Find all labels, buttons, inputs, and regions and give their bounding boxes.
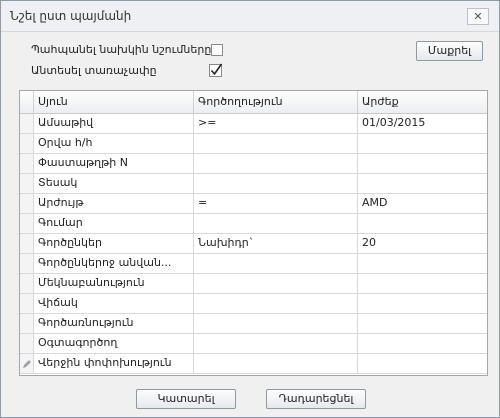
grid-cell-value[interactable] [358,294,487,314]
grid-cell-operation[interactable] [194,314,358,334]
grid-cell-value[interactable] [358,314,487,334]
grid-cell-column[interactable]: Օգտագործող [34,334,194,354]
grid-cell-operation[interactable]: >= [194,114,358,134]
new-row-indicator[interactable] [20,354,34,374]
keep-previous-checkbox[interactable] [211,44,223,56]
row-indicator[interactable] [20,174,34,194]
cancel-button[interactable]: Դադարեցնել [266,389,366,409]
grid-cell-column[interactable]: Վիճակ [34,294,194,314]
grid-cell-column[interactable]: Գումար [34,214,194,234]
grid-cell-column[interactable]: Տեսակ [34,174,194,194]
keep-previous-label: Պահպանել նախկին նշումները [31,43,212,56]
row-indicator[interactable] [20,154,34,174]
header-operation[interactable]: Գործողություն [194,91,358,113]
grid-header: Սյուն Գործողություն Արժեք [20,91,487,114]
execute-button[interactable]: Կատարել [136,389,236,409]
ignore-case-checkbox[interactable] [209,63,223,77]
filter-dialog: Նշել ըստ պայմանի ✕ Պահպանել նախկին նշում… [0,0,500,418]
row-indicator[interactable] [20,114,34,134]
header-value[interactable]: Արժեք [358,91,487,113]
grid-cell-column[interactable]: Գործընկեր [34,234,194,254]
grid-cell-value[interactable]: 20 [358,234,487,254]
grid-cell-operation[interactable] [194,174,358,194]
grid-cell-operation[interactable] [194,214,358,234]
row-indicator[interactable] [20,274,34,294]
grid-cell-column[interactable]: Ամսաթիվ [34,114,194,134]
grid-cell-value[interactable] [358,214,487,234]
grid-cell-value[interactable]: AMD [358,194,487,214]
grid-cell-value[interactable] [358,134,487,154]
pencil-icon [23,360,31,368]
grid-cell-value[interactable] [358,174,487,194]
row-indicator[interactable] [20,314,34,334]
conditions-grid: Սյուն Գործողություն Արժեք Ամսաթիվ >= 01/03… [19,90,488,376]
grid-cell-column[interactable]: Վերջին փոփոխություն [34,354,194,374]
grid-cell-column[interactable]: Փաստաթղթի N [34,154,194,174]
grid-cell-operation[interactable]: Նախիդր` [194,234,358,254]
row-indicator[interactable] [20,254,34,274]
grid-cell-operation[interactable] [194,354,358,374]
close-icon: ✕ [473,10,483,23]
grid-cell-operation[interactable] [194,334,358,354]
title-bar: Նշել ըստ պայմանի ✕ [1,1,499,32]
row-indicator[interactable] [20,334,34,354]
dialog-title: Նշել ըստ պայմանի [10,9,132,23]
header-column[interactable]: Սյուն [34,91,194,113]
grid-cell-operation[interactable] [194,154,358,174]
grid-cell-value[interactable] [358,254,487,274]
row-indicator[interactable] [20,294,34,314]
grid-cell-column[interactable]: Օրվա հ/հ [34,134,194,154]
grid-cell-column[interactable]: Մեկնաբանություն [34,274,194,294]
grid-cell-value[interactable]: 01/03/2015 [358,114,487,134]
ignore-case-label: Անտեսել տառաչափը [31,64,157,77]
close-button[interactable]: ✕ [467,8,489,25]
row-indicator[interactable] [20,234,34,254]
row-indicator[interactable] [20,134,34,154]
header-indicator [20,91,34,113]
grid-cell-operation[interactable]: = [194,194,358,214]
grid-cell-operation[interactable] [194,294,358,314]
row-indicator[interactable] [20,214,34,234]
grid-cell-value[interactable] [358,354,487,374]
clear-button[interactable]: Մաքրել [416,41,483,61]
grid-cell-operation[interactable] [194,274,358,294]
grid-cell-column[interactable]: Արժույթ [34,194,194,214]
grid-cell-column[interactable]: Գործընկերոջ անվան... [34,254,194,274]
grid-cell-operation[interactable] [194,134,358,154]
row-indicator[interactable] [20,194,34,214]
grid-cell-column[interactable]: Գործառնություն [34,314,194,334]
grid-cell-operation[interactable] [194,254,358,274]
grid-cell-value[interactable] [358,154,487,174]
grid-cell-value[interactable] [358,274,487,294]
grid-cell-value[interactable] [358,334,487,354]
checkmark-icon [209,63,223,77]
